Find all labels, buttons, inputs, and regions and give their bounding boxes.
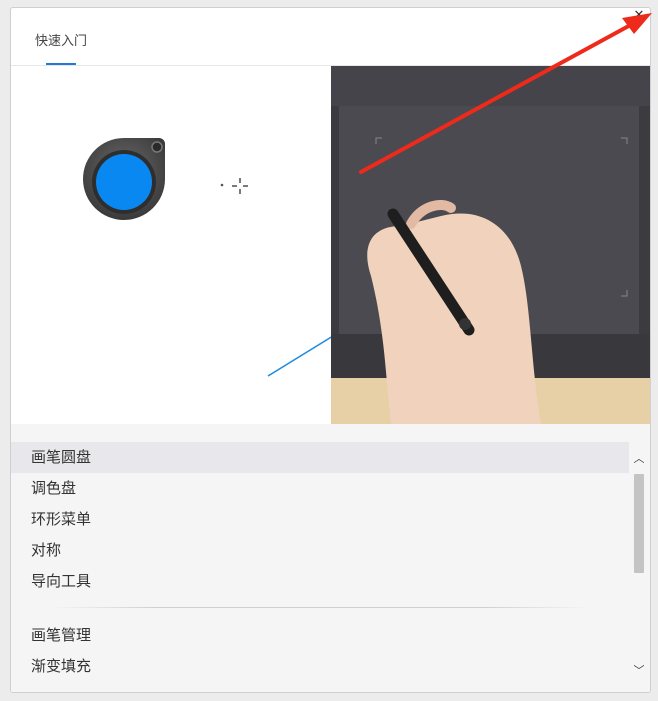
list-item-color-palette[interactable]: 调色盘 <box>11 473 629 504</box>
quick-start-dialog: ✕ 快速入门 画笔圆盘 调色盘 环形菜单 对称 导向工具 画笔管理 渐变填充 ︿… <box>10 7 651 693</box>
list-item-brush-dial[interactable]: 画笔圆盘 <box>11 442 629 473</box>
tutorial-topic-panel: 画笔圆盘 调色盘 环形菜单 对称 导向工具 画笔管理 渐变填充 ︿ ﹀ <box>11 424 650 692</box>
chevron-up-icon[interactable]: ︿ <box>632 452 646 466</box>
topic-list: 画笔圆盘 调色盘 环形菜单 对称 导向工具 画笔管理 渐变填充 <box>11 442 629 682</box>
tab-quick-start[interactable]: 快速入门 <box>35 30 87 49</box>
brush-dial-icon <box>83 138 165 220</box>
vertical-scrollbar[interactable]: ︿ ﹀ <box>632 442 646 682</box>
scroll-thumb[interactable] <box>634 474 644 573</box>
list-item-symmetry[interactable]: 对称 <box>11 535 629 566</box>
active-tab-indicator <box>46 63 76 65</box>
tablet-demo-photo <box>331 66 650 424</box>
scroll-track[interactable] <box>634 474 644 654</box>
list-item-radial-menu[interactable]: 环形菜单 <box>11 504 629 535</box>
list-item-brush-management[interactable]: 画笔管理 <box>11 620 629 651</box>
chevron-down-icon[interactable]: ﹀ <box>632 664 646 678</box>
callout-line <box>267 335 334 377</box>
tab-bar: 快速入门 <box>11 8 650 66</box>
tutorial-preview <box>11 66 650 424</box>
list-item-guide-tools[interactable]: 导向工具 <box>11 566 629 597</box>
crosshair-cursor-icon <box>220 178 248 194</box>
group-separator <box>51 607 589 608</box>
list-item-gradient-fill[interactable]: 渐变填充 <box>11 651 629 682</box>
